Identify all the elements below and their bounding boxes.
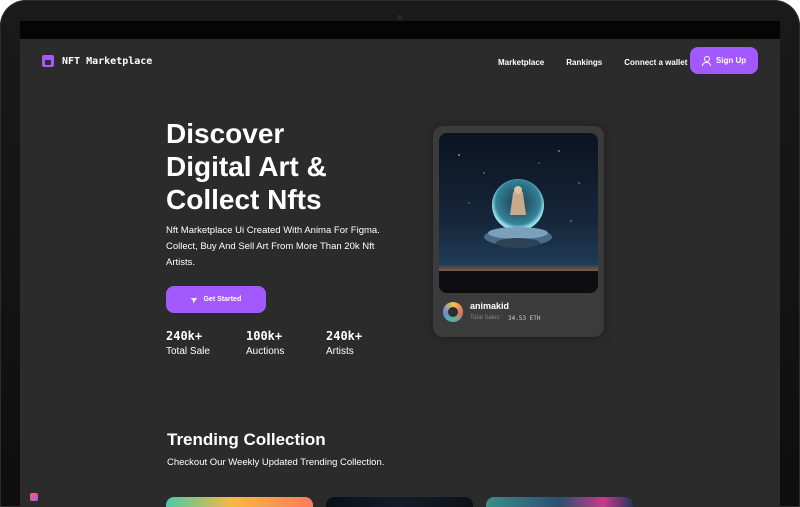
nft-artwork[interactable]	[439, 133, 598, 293]
screen: NFT Marketplace Marketplace Rankings Con…	[20, 21, 780, 507]
storefront-icon	[42, 55, 54, 67]
web-page: NFT Marketplace Marketplace Rankings Con…	[20, 39, 780, 507]
featured-nft-card[interactable]: animakid Total Sales: 34.53 ETH	[433, 126, 604, 337]
hero-title: Discover Digital Art & Collect Nfts	[166, 117, 416, 216]
trending-collection-thumb[interactable]	[166, 497, 313, 507]
artist-avatar[interactable]	[443, 302, 463, 322]
hero-title-line-1: Discover	[166, 118, 285, 149]
user-icon	[701, 56, 711, 66]
trending-subtitle: Checkout Our Weekly Updated Trending Col…	[167, 457, 385, 468]
sign-up-label: Sign Up	[715, 56, 747, 65]
stat-total-sale: 240k+ Total Sale	[166, 329, 246, 359]
camera-dot	[397, 15, 402, 20]
stat-label: Auctions	[246, 346, 285, 357]
artist-name[interactable]: animakid	[470, 301, 509, 311]
stat-label: Total Sale	[166, 346, 210, 357]
logo-text: NFT Marketplace	[62, 55, 153, 67]
nav-link-marketplace[interactable]: Marketplace	[498, 58, 544, 67]
trending-collection-thumb[interactable]	[326, 497, 473, 507]
browser-top-strip	[20, 21, 780, 39]
logo[interactable]: NFT Marketplace	[42, 55, 152, 67]
trending-title: Trending Collection	[167, 430, 326, 449]
stat-label: Artists	[326, 346, 354, 357]
nav-link-rankings[interactable]: Rankings	[566, 58, 602, 67]
sign-up-button[interactable]: Sign Up	[690, 47, 758, 74]
app-badge-icon[interactable]	[30, 493, 38, 501]
laptop-bezel: NFT Marketplace Marketplace Rankings Con…	[0, 0, 800, 507]
nav-link-connect-wallet[interactable]: Connect a wallet	[624, 58, 687, 67]
rocket-icon: ➤	[188, 293, 200, 305]
stat-value: 100k+	[246, 329, 283, 343]
nav-links: Marketplace Rankings Connect a wallet	[498, 58, 687, 67]
hero-title-line-3: Collect Nfts	[166, 184, 322, 215]
stat-value: 240k+	[166, 329, 203, 343]
trending-collection-thumb[interactable]	[486, 497, 633, 507]
stat-value: 240k+	[326, 329, 363, 343]
stat-auctions: 100k+ Auctions	[246, 329, 326, 359]
stat-artists: 240k+ Artists	[326, 329, 406, 359]
hero-title-line-2: Digital Art &	[166, 151, 327, 182]
get-started-button[interactable]: ➤ Get Started	[166, 286, 266, 313]
total-sales-value: 34.53 ETH	[508, 315, 541, 322]
nft-artwork-image	[439, 133, 598, 293]
hero-stats: 240k+ Total Sale 100k+ Auctions 240k+ Ar…	[166, 329, 406, 359]
hero-description: Nft Marketplace Ui Created With Anima Fo…	[166, 225, 380, 268]
total-sales-label: Total Sales:	[470, 315, 502, 321]
get-started-label: Get Started	[203, 296, 242, 303]
